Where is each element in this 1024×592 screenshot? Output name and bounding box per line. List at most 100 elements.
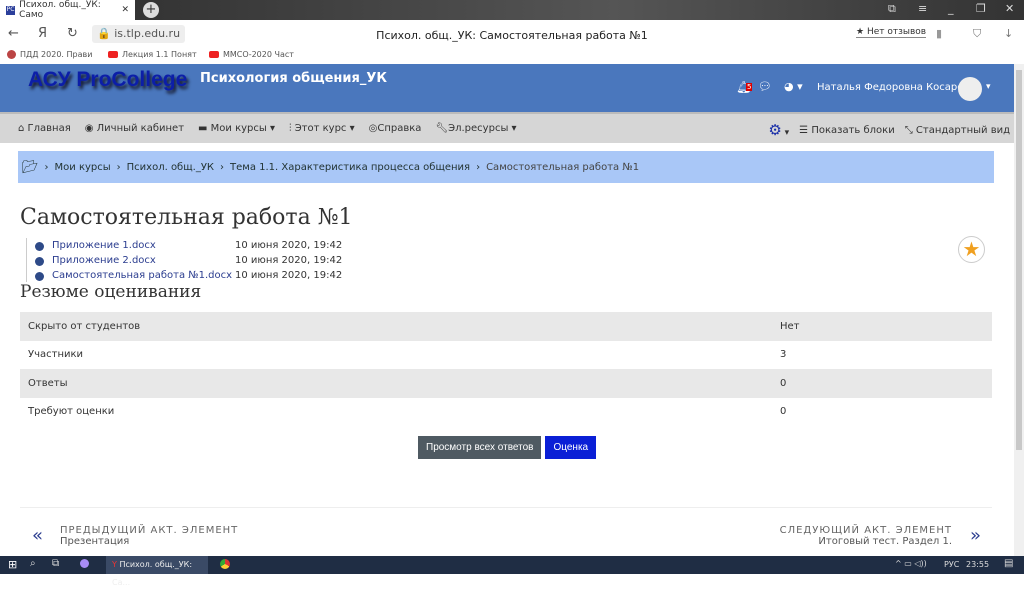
nav-label: Личный кабинет [96, 123, 185, 134]
docx-icon [35, 257, 44, 266]
nav-help[interactable]: ◎Справка [369, 123, 422, 134]
taskbar-browser-app[interactable]: Y Психол. общ._УК: Са... [106, 556, 208, 587]
grade-button[interactable]: Оценка [545, 436, 597, 459]
file-row: Самостоятельная работа №1.docx 10 июня 20… [35, 270, 342, 281]
compress-icon: ⤡ [904, 124, 916, 136]
file-list: Приложение 1.docx 10 июня 2020, 19:42 При… [26, 238, 992, 282]
bookmark-icon[interactable]: ▮ [936, 27, 942, 40]
reviews-button[interactable]: ★ Нет отзывов [856, 27, 927, 38]
row-label: Ответы [28, 377, 68, 389]
new-tab-button[interactable]: + [143, 2, 159, 18]
site-logo[interactable]: АСУ ProCollege [28, 68, 187, 92]
messages-icon[interactable]: 💬︎ [758, 80, 772, 93]
file-date: 10 июня 2020, 19:42 [235, 255, 343, 266]
reviews-label: Нет отзывов [866, 27, 927, 37]
row-value: 3 [780, 349, 787, 361]
scrollbar-thumb[interactable] [1016, 70, 1022, 450]
page-title: Самостоятельная работа №1 [20, 205, 353, 230]
row-value: Нет [780, 320, 800, 332]
bookmark-label: Лекция 1.1 Понят [122, 50, 197, 59]
chrome-icon[interactable] [220, 559, 230, 569]
language-icon[interactable]: ◕ ▾ [784, 80, 803, 93]
clock[interactable]: 23:55 [966, 560, 989, 569]
youtube-icon [108, 51, 118, 58]
nav-label: Главная [27, 123, 71, 134]
breadcrumb: 📂︎ › Мои курсы › Психол. общ._УК › Тема 1.1… [18, 151, 994, 183]
user-name[interactable]: Наталья Федоровна Косарева [817, 82, 975, 93]
table-row: Участники 3 [20, 341, 992, 370]
view-all-submissions-button[interactable]: Просмотр всех ответов [418, 436, 542, 459]
tab-title: Психол. общ._УК: Само [19, 0, 101, 20]
row-value: 0 [780, 406, 787, 418]
breadcrumb-item[interactable]: Психол. общ._УК [127, 162, 214, 173]
restore-icon[interactable]: ❐ [976, 2, 986, 15]
row-label: Скрыто от студентов [28, 320, 141, 332]
show-blocks-label: Показать блоки [811, 124, 895, 136]
nav-home[interactable]: ⌂ Главная [18, 123, 71, 134]
site-favicon: PC [6, 5, 16, 15]
menu-icon[interactable]: ≡ [918, 2, 927, 15]
nav-label: Мои курсы [210, 123, 267, 134]
file-link[interactable]: Приложение 1.docx [52, 240, 235, 251]
bookmark-label: ПДД 2020. Прави [20, 50, 93, 59]
prev-activity-link[interactable]: ПРЕДЫДУЩИЙ АКТ. ЭЛЕМЕНТ Презентация [60, 525, 238, 547]
blocks-icon: ☰ [799, 124, 812, 136]
search-icon[interactable]: ⌕ [30, 558, 36, 569]
prev-activity-icon[interactable]: « [32, 525, 43, 546]
grading-summary-table: Скрыто от студентов Нет Участники 3 Ответы… [20, 312, 992, 426]
standard-view-button[interactable]: ⤡ Стандартный вид [905, 125, 1010, 136]
nav-label: Этот курс [294, 123, 347, 134]
avatar[interactable] [958, 77, 982, 101]
bookmark-item[interactable]: ПДД 2020. Прави [7, 50, 92, 59]
table-row: Ответы 0 [20, 369, 992, 398]
nav-resources[interactable]: 🔧︎Эл.ресурсы ▾ [435, 123, 516, 134]
nav-label: Справка [377, 123, 422, 134]
task-view-icon[interactable]: ⧉ [52, 558, 59, 569]
close-tab-icon[interactable]: ✕ [121, 5, 129, 15]
file-link[interactable]: Самостоятельная работа №1.docx [52, 270, 235, 281]
browser-tab[interactable]: PC Психол. общ._УК: Само ✕ [0, 0, 135, 20]
table-row: Скрыто от студентов Нет [20, 312, 992, 341]
windows-start-icon[interactable]: ⊞ [8, 558, 17, 571]
downloads-icon[interactable]: ↓ [1004, 27, 1013, 40]
collections-icon[interactable]: ⧉ [888, 2, 896, 16]
next-label: СЛЕДУЮЩИЙ АКТ. ЭЛЕМЕНТ [779, 525, 952, 536]
row-value: 0 [780, 377, 787, 389]
docx-icon [35, 272, 44, 281]
tray-icons[interactable]: ^ ▭ ◁)) [895, 559, 927, 568]
bookmark-item[interactable]: ММСО-2020 Част [209, 50, 294, 59]
table-row: Требуют оценки 0 [20, 398, 992, 427]
file-row: Приложение 2.docx 10 июня 2020, 19:42 [35, 255, 342, 266]
file-link[interactable]: Приложение 2.docx [52, 255, 235, 266]
grading-summary-heading: Резюме оценивания [20, 282, 202, 302]
star-icon[interactable]: ★ [958, 236, 985, 263]
breadcrumb-current: Самостоятельная работа №1 [486, 161, 640, 173]
youtube-icon [209, 51, 219, 58]
divider [20, 507, 992, 508]
row-label: Требуют оценки [28, 406, 115, 418]
nav-my-courses[interactable]: ▬ Мои курсы ▾ [198, 123, 275, 134]
dashboard-icon: ◉ [84, 123, 97, 134]
protect-icon[interactable]: ⛉ [973, 27, 981, 41]
breadcrumb-item[interactable]: Мои курсы [55, 162, 111, 173]
next-activity-icon[interactable]: » [970, 525, 981, 546]
next-activity-link[interactable]: СЛЕДУЮЩИЙ АКТ. ЭЛЕМЕНТ Итоговый тест. Раз… [780, 525, 952, 547]
settings-gear-icon[interactable]: ⚙ ▾ [768, 121, 789, 139]
briefcase-icon: ▬ [198, 123, 211, 134]
bookmark-favicon-icon [7, 50, 16, 59]
nav-dashboard[interactable]: ◉ Личный кабинет [85, 123, 184, 134]
close-window-icon[interactable]: ✕ [1005, 2, 1014, 15]
standard-view-label: Стандартный вид [915, 124, 1010, 136]
nav-this-course[interactable]: ⫶ Этот курс ▾ [289, 123, 355, 134]
prev-name: Презентация [60, 536, 130, 547]
bookmark-item[interactable]: Лекция 1.1 Понят [108, 50, 197, 59]
minimize-icon[interactable]: _ [948, 2, 954, 15]
breadcrumb-item[interactable]: Тема 1.1. Характеристика процесса общени… [230, 162, 470, 173]
notifications-icon[interactable]: ▤ [1004, 558, 1013, 569]
alice-icon[interactable] [80, 559, 89, 568]
show-blocks-button[interactable]: ☰ Показать блоки [799, 125, 895, 136]
user-menu-caret-icon[interactable]: ▾ [986, 82, 991, 92]
course-title: Психология общения_УК [200, 71, 388, 86]
file-row: Приложение 1.docx 10 июня 2020, 19:42 [35, 240, 342, 251]
language-indicator[interactable]: РУС [944, 560, 959, 569]
